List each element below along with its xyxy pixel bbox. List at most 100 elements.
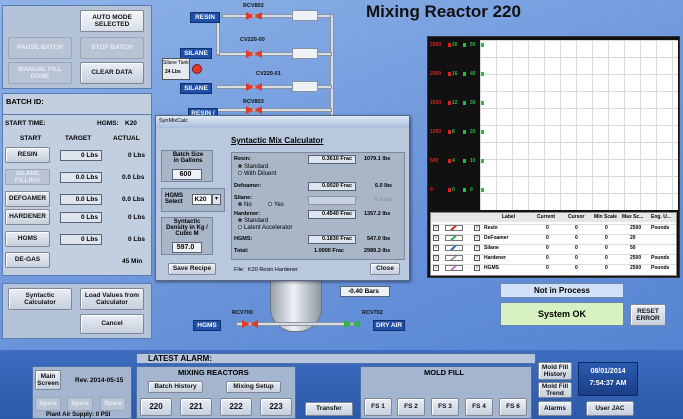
resin-diluent-radio[interactable]: With Diluent	[238, 171, 276, 177]
trend-cell-current: 0	[546, 225, 549, 231]
manual-fill-done-button[interactable]: MANUAL FILL DONE	[8, 62, 72, 84]
resin-diluent-label: With Diluent	[244, 171, 277, 177]
density-label: Syntactic Density in Kg / Cubic M	[166, 219, 208, 237]
trend-scale-checkbox[interactable]: ✓	[474, 225, 480, 231]
hardener-start-button[interactable]: HARDENER	[5, 209, 50, 225]
close-button[interactable]: Close	[370, 263, 400, 275]
trend-cell-min: 0	[605, 235, 608, 241]
syntactic-calculator-button[interactable]: Syntactic Calculator	[8, 288, 72, 310]
fs2-button[interactable]: FS 2	[397, 398, 425, 416]
reactor-222-button[interactable]: 222	[220, 398, 252, 416]
scale-green1-tick-marker	[463, 72, 466, 76]
cancel-button[interactable]: Cancel	[80, 314, 144, 334]
pipe-resin-lower	[216, 108, 332, 112]
trend-scale-checkbox[interactable]: ✓	[474, 265, 480, 271]
trend-color-swatch	[445, 235, 463, 241]
trend-visible-checkbox[interactable]: ✓	[433, 225, 439, 231]
trend-table-row[interactable]	[431, 234, 676, 243]
hgms-lbs: 547.0 lbs	[367, 236, 391, 242]
rcv803-valve-icon[interactable]	[246, 106, 262, 114]
auto-mode-button[interactable]: AUTO MODE SELECTED	[80, 10, 144, 32]
trend-visible-checkbox[interactable]: ✓	[433, 255, 439, 261]
trend-scale-checkbox[interactable]: ✓	[474, 255, 480, 261]
spare-button-2[interactable]: Spare	[67, 397, 93, 411]
transfer-button[interactable]: Transfer	[305, 402, 353, 416]
reactor-220-button[interactable]: 220	[140, 398, 172, 416]
rcv700-valve-icon[interactable]	[242, 320, 258, 328]
scale-red-tick: 2000	[430, 71, 442, 77]
fs4-button[interactable]: FS 4	[465, 398, 493, 416]
trend-color-swatch	[445, 265, 463, 271]
fs6-button[interactable]: FS 6	[499, 398, 527, 416]
trend-scale-checkbox[interactable]: ✓	[474, 245, 480, 251]
silane-yes-radio[interactable]: Yes	[268, 202, 284, 208]
scale-green2-tick-marker	[481, 159, 484, 163]
density-value: 597.0	[172, 242, 202, 253]
hgms-target[interactable]: 0 Lbs	[60, 234, 102, 245]
resin-standard-radio[interactable]: Standard	[238, 164, 268, 170]
silane-filling-button[interactable]: SILANE FILLING	[5, 169, 50, 185]
reactor-223-button[interactable]: 223	[260, 398, 292, 416]
pause-batch-button[interactable]: PAUSE BATCH	[8, 37, 72, 59]
mixing-setup-button[interactable]: Mixing Setup	[226, 381, 281, 393]
pipe-left-drop	[216, 22, 220, 55]
rcv702-valve-icon[interactable]	[344, 320, 360, 328]
hgms-select-dropdown[interactable]: K20	[192, 194, 212, 205]
hardener-target[interactable]: 0 Lbs	[60, 212, 102, 223]
mold-fill-history-button[interactable]: Mold Fill History	[538, 362, 572, 380]
spare-button-3[interactable]: Spare	[100, 397, 126, 411]
trend-visible-checkbox[interactable]: ✓	[433, 265, 439, 271]
reset-error-button[interactable]: RESET ERROR	[630, 304, 666, 326]
user-jac-button[interactable]: User JAC	[586, 401, 634, 416]
trend-table-row[interactable]	[431, 244, 676, 253]
scale-green1-tick: 0	[452, 187, 455, 193]
scale-red-tick-marker	[448, 43, 451, 47]
filter-1	[292, 10, 318, 21]
resin-frac: 0.3610 Frac	[308, 155, 356, 164]
scale-green2-tick: 20	[470, 129, 476, 135]
silane-target[interactable]: 0.0 Lbs	[60, 172, 102, 183]
resin-start-button[interactable]: RESIN	[5, 147, 50, 163]
trend-visible-checkbox[interactable]: ✓	[433, 235, 439, 241]
scale-green1-tick-marker	[463, 159, 466, 163]
hardener-standard-radio[interactable]: Standard	[238, 218, 268, 224]
load-values-button[interactable]: Load Values from Calculator	[80, 288, 144, 310]
clear-data-button[interactable]: CLEAR DATA	[80, 62, 144, 84]
fs1-button[interactable]: FS 1	[364, 398, 392, 416]
trend-visible-checkbox[interactable]: ✓	[433, 245, 439, 251]
batch-size-input[interactable]: 600	[172, 169, 202, 180]
mold-fill-trend-button[interactable]: Mold Fill Trend	[538, 382, 572, 398]
scale-red-tick: 2500	[430, 42, 442, 48]
hardener-latent-radio[interactable]: Latent Accelerator	[238, 225, 292, 231]
save-recipe-button[interactable]: Save Recipe	[168, 263, 216, 275]
trend-cell-current: 0	[546, 265, 549, 271]
resin-actual: 0 Lbs	[128, 152, 145, 159]
silane-no-radio[interactable]: No	[238, 202, 252, 208]
trend-cell-label: Hardener	[484, 255, 506, 261]
hgms-start-button[interactable]: HGMS	[5, 231, 50, 247]
silane-yes-label: Yes	[274, 202, 284, 208]
col-actual: ACTUAL	[113, 135, 140, 142]
stop-batch-button[interactable]: STOP BATCH	[80, 37, 144, 59]
degas-start-button[interactable]: DE-GAS	[5, 252, 50, 268]
rcv802-valve-icon[interactable]	[246, 12, 262, 20]
rcv702-label: RCV702	[362, 310, 383, 316]
cv220-00-label: CV220-00	[240, 37, 265, 43]
silane-pump-icon[interactable]	[192, 64, 202, 74]
trend-scale-checkbox[interactable]: ✓	[474, 235, 480, 241]
batch-history-button[interactable]: Batch History	[148, 381, 203, 393]
cv220-01-valve-icon[interactable]	[246, 83, 262, 91]
resin-target[interactable]: 0 Lbs	[60, 150, 102, 161]
scale-green2-tick: 50	[470, 42, 476, 48]
fs3-button[interactable]: FS 3	[431, 398, 459, 416]
main-screen-button[interactable]: Main Screen	[35, 370, 61, 390]
defoamer-target[interactable]: 0.0 Lbs	[60, 194, 102, 205]
chevron-down-icon[interactable]: ▾	[212, 194, 221, 205]
date-readout: 08/01/2014	[590, 368, 626, 375]
defoamer-start-button[interactable]: DEFOAMER	[5, 191, 50, 207]
cv220-01-label: CV220-01	[256, 71, 281, 77]
cv220-00-valve-icon[interactable]	[246, 50, 262, 58]
reactor-221-button[interactable]: 221	[180, 398, 212, 416]
spare-button-1[interactable]: Spare	[35, 397, 61, 411]
alarms-button[interactable]: Alarms	[538, 401, 572, 416]
